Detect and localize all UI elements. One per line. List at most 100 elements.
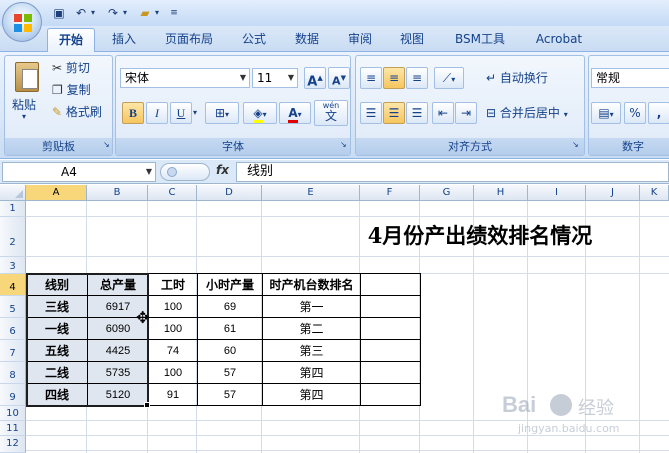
tab-review[interactable]: 审阅: [339, 28, 381, 52]
row-header-1[interactable]: 1: [0, 201, 26, 217]
column-header-b[interactable]: B: [87, 185, 148, 201]
row-header-4[interactable]: 4: [0, 274, 26, 296]
tab-home[interactable]: 开始: [47, 28, 95, 52]
wrap-text-button[interactable]: ↵ 自动换行: [486, 67, 548, 89]
tab-bsm-tools[interactable]: BSM工具: [445, 28, 515, 52]
cell-b9[interactable]: 5120: [88, 384, 149, 406]
cell-a7[interactable]: 五线: [27, 340, 88, 362]
select-all-corner[interactable]: [0, 185, 26, 201]
cell-c7[interactable]: 74: [149, 340, 198, 362]
row-header-3[interactable]: 3: [0, 257, 26, 274]
cell-c8[interactable]: 100: [149, 362, 198, 384]
sheet-title[interactable]: 4月份产出绩效排名情况: [330, 218, 630, 254]
column-header-j[interactable]: J: [586, 185, 640, 201]
font-color-button[interactable]: A▾: [279, 102, 311, 124]
cut-button[interactable]: ✂ 剪切: [52, 57, 90, 79]
cell-e8[interactable]: 第四: [263, 362, 361, 384]
cell-e9[interactable]: 第四: [263, 384, 361, 406]
cell-f8[interactable]: [361, 362, 421, 384]
cell-a4[interactable]: 线别: [27, 274, 88, 296]
cell-e5[interactable]: 第一: [263, 296, 361, 318]
customize-qat-icon[interactable]: ≡: [168, 4, 180, 22]
cell-a8[interactable]: 二线: [27, 362, 88, 384]
insert-function-icon[interactable]: fx: [216, 163, 229, 177]
row-header-9[interactable]: 9: [0, 384, 26, 406]
cell-e4[interactable]: 时产机台数排名: [263, 274, 361, 296]
row-header-6[interactable]: 6: [0, 318, 26, 340]
cell-e7[interactable]: 第三: [263, 340, 361, 362]
column-header-e[interactable]: E: [262, 185, 360, 201]
align-center-button[interactable]: ☰: [383, 102, 405, 124]
copy-button[interactable]: ❐ 复制: [52, 79, 91, 101]
tab-page-layout[interactable]: 页面布局: [155, 28, 223, 52]
column-header-f[interactable]: F: [360, 185, 420, 201]
increase-indent-button[interactable]: ⇥: [455, 102, 477, 124]
formula-input[interactable]: 线别: [236, 162, 669, 182]
fill-color-button[interactable]: ◈▾: [243, 102, 277, 124]
redo-dropdown-icon[interactable]: ▾: [120, 4, 130, 22]
format-painter-button[interactable]: ✎ 格式刷: [52, 101, 102, 123]
column-header-k[interactable]: K: [640, 185, 669, 201]
cell-d7[interactable]: 60: [198, 340, 263, 362]
tab-insert[interactable]: 插入: [103, 28, 145, 52]
row-header-11[interactable]: 11: [0, 421, 26, 436]
column-header-h[interactable]: H: [474, 185, 528, 201]
tab-view[interactable]: 视图: [391, 28, 433, 52]
open-dropdown-icon[interactable]: ▾: [152, 4, 162, 22]
align-bottom-button[interactable]: ≡: [406, 67, 428, 89]
column-header-i[interactable]: I: [528, 185, 586, 201]
cell-f5[interactable]: [361, 296, 421, 318]
font-launcher-icon[interactable]: ↘: [340, 140, 347, 149]
cell-f4[interactable]: [361, 274, 421, 296]
cell-a5[interactable]: 三线: [27, 296, 88, 318]
grow-font-button[interactable]: A▲: [304, 67, 326, 89]
cell-c5[interactable]: 100: [149, 296, 198, 318]
percent-button[interactable]: %: [624, 102, 646, 124]
orientation-button[interactable]: ⟋▾: [434, 67, 464, 89]
fill-handle[interactable]: [144, 402, 150, 408]
name-box[interactable]: A4 ▼: [2, 162, 156, 182]
cell-f6[interactable]: [361, 318, 421, 340]
underline-button[interactable]: U: [170, 102, 192, 124]
cell-c9[interactable]: 91: [149, 384, 198, 406]
office-button[interactable]: [2, 2, 42, 42]
cell-a6[interactable]: 一线: [27, 318, 88, 340]
column-header-g[interactable]: G: [420, 185, 474, 201]
underline-dropdown-icon[interactable]: ▾: [193, 108, 197, 117]
cell-e6[interactable]: 第二: [263, 318, 361, 340]
cell-d5[interactable]: 69: [198, 296, 263, 318]
border-button[interactable]: ⊞▾: [205, 102, 239, 124]
cell-d4[interactable]: 小时产量: [198, 274, 263, 296]
bold-button[interactable]: B: [122, 102, 144, 124]
align-middle-button[interactable]: ≡: [383, 67, 405, 89]
merge-center-button[interactable]: ⊟ 合并后居中 ▾: [486, 102, 568, 124]
font-name-select[interactable]: 宋体 ▼: [120, 68, 250, 88]
cell-b7[interactable]: 4425: [88, 340, 149, 362]
row-header-12[interactable]: 12: [0, 436, 26, 453]
row-header-8[interactable]: 8: [0, 362, 26, 384]
clipboard-launcher-icon[interactable]: ↘: [103, 140, 110, 149]
tab-formulas[interactable]: 公式: [233, 28, 275, 52]
align-left-button[interactable]: ☰: [360, 102, 382, 124]
formula-bar-toggle[interactable]: [160, 163, 210, 181]
cell-c4[interactable]: 工时: [149, 274, 198, 296]
column-header-c[interactable]: C: [148, 185, 197, 201]
phonetic-button[interactable]: wén 文: [314, 100, 348, 126]
cell-f7[interactable]: [361, 340, 421, 362]
paste-button[interactable]: 粘贴 ▾: [12, 60, 42, 122]
number-format-select[interactable]: 常规: [591, 68, 669, 88]
tab-acrobat[interactable]: Acrobat: [526, 28, 592, 52]
shrink-font-button[interactable]: A▼: [328, 67, 350, 89]
alignment-launcher-icon[interactable]: ↘: [572, 140, 579, 149]
undo-dropdown-icon[interactable]: ▾: [88, 4, 98, 22]
italic-button[interactable]: I: [146, 102, 168, 124]
column-header-d[interactable]: D: [197, 185, 262, 201]
cell-a9[interactable]: 四线: [27, 384, 88, 406]
row-header-2[interactable]: 2: [0, 217, 26, 257]
row-header-10[interactable]: 10: [0, 406, 26, 421]
cell-b8[interactable]: 5735: [88, 362, 149, 384]
cell-c6[interactable]: 100: [149, 318, 198, 340]
save-icon[interactable]: ▣: [50, 4, 68, 22]
cell-f9[interactable]: [361, 384, 421, 406]
cell-b4[interactable]: 总产量: [88, 274, 149, 296]
